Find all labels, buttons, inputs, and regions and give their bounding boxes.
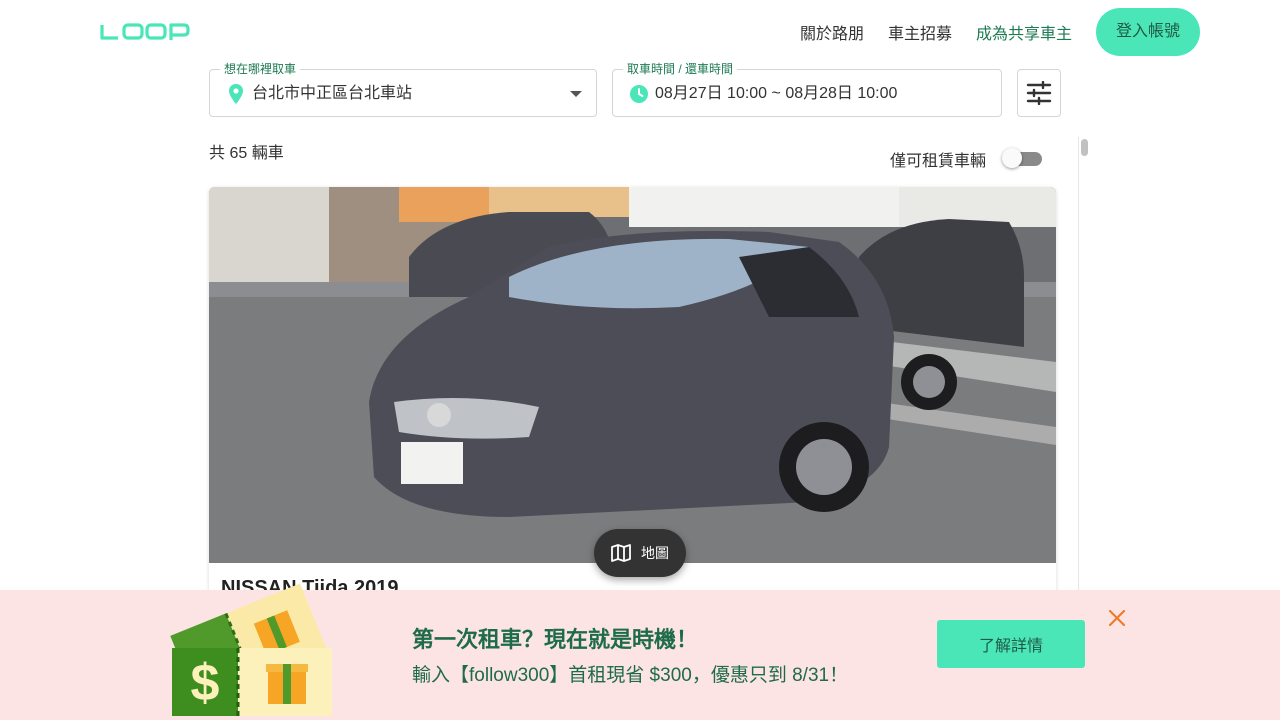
available-only-toggle[interactable] [1002, 148, 1043, 168]
pickup-location-value: 台北市中正區台北車站 [252, 85, 413, 102]
clock-icon [630, 85, 648, 103]
close-icon[interactable] [1106, 607, 1128, 629]
chevron-down-icon[interactable] [570, 91, 582, 97]
toggle-knob [1002, 148, 1023, 168]
promo-title: 第一次租車？現在就是時機！ [412, 627, 699, 652]
map-button-label: 地圖 [641, 545, 669, 561]
map-icon [611, 544, 631, 562]
login-button[interactable]: 登入帳號 [1095, 8, 1200, 56]
promo-details-button[interactable]: 了解詳情 [937, 620, 1085, 668]
map-button[interactable]: 地圖 [594, 529, 686, 577]
pickup-location-label: 想在哪裡取車 [220, 62, 301, 76]
promo-subtitle: 輸入【follow300】首租現省 $300，優惠只到 8/31！ [412, 665, 849, 686]
nav-about[interactable]: 關於路朋 [800, 20, 864, 44]
available-only-filter: 僅可租賃車輛 [890, 147, 1043, 171]
location-pin-icon [229, 84, 243, 104]
top-header: 關於路朋 車主招募 成為共享車主 登入帳號 [0, 0, 1280, 62]
available-only-label: 僅可租賃車輛 [890, 153, 987, 170]
filter-button[interactable] [1017, 69, 1061, 117]
loop-logo[interactable] [100, 22, 190, 42]
promo-banner: $ 第一次租車？現在就是時機！ 輸入【follow300】首租現省 $300，優… [0, 583, 1280, 720]
rental-time-label: 取車時間 / 還車時間 [623, 62, 738, 76]
sliders-icon [1026, 81, 1052, 105]
car-count: 共 65 輛車 [209, 145, 284, 162]
svg-text:$: $ [191, 654, 220, 712]
main-nav: 關於路朋 車主招募 成為共享車主 登入帳號 [800, 8, 1200, 56]
scroll-thumb[interactable] [1081, 139, 1088, 156]
car-photo [209, 187, 1056, 563]
pickup-location-field[interactable]: 想在哪裡取車 台北市中正區台北車站 [209, 62, 597, 117]
rental-time-field[interactable]: 取車時間 / 還車時間 08月27日 10:00 ~ 08月28日 10:00 [612, 62, 1002, 117]
nav-become-owner[interactable]: 成為共享車主 [976, 20, 1072, 44]
rental-time-value: 08月27日 10:00 ~ 08月28日 10:00 [655, 85, 898, 102]
nav-owner-recruit[interactable]: 車主招募 [888, 20, 952, 44]
coupon-gift-illustration: $ [170, 583, 332, 716]
